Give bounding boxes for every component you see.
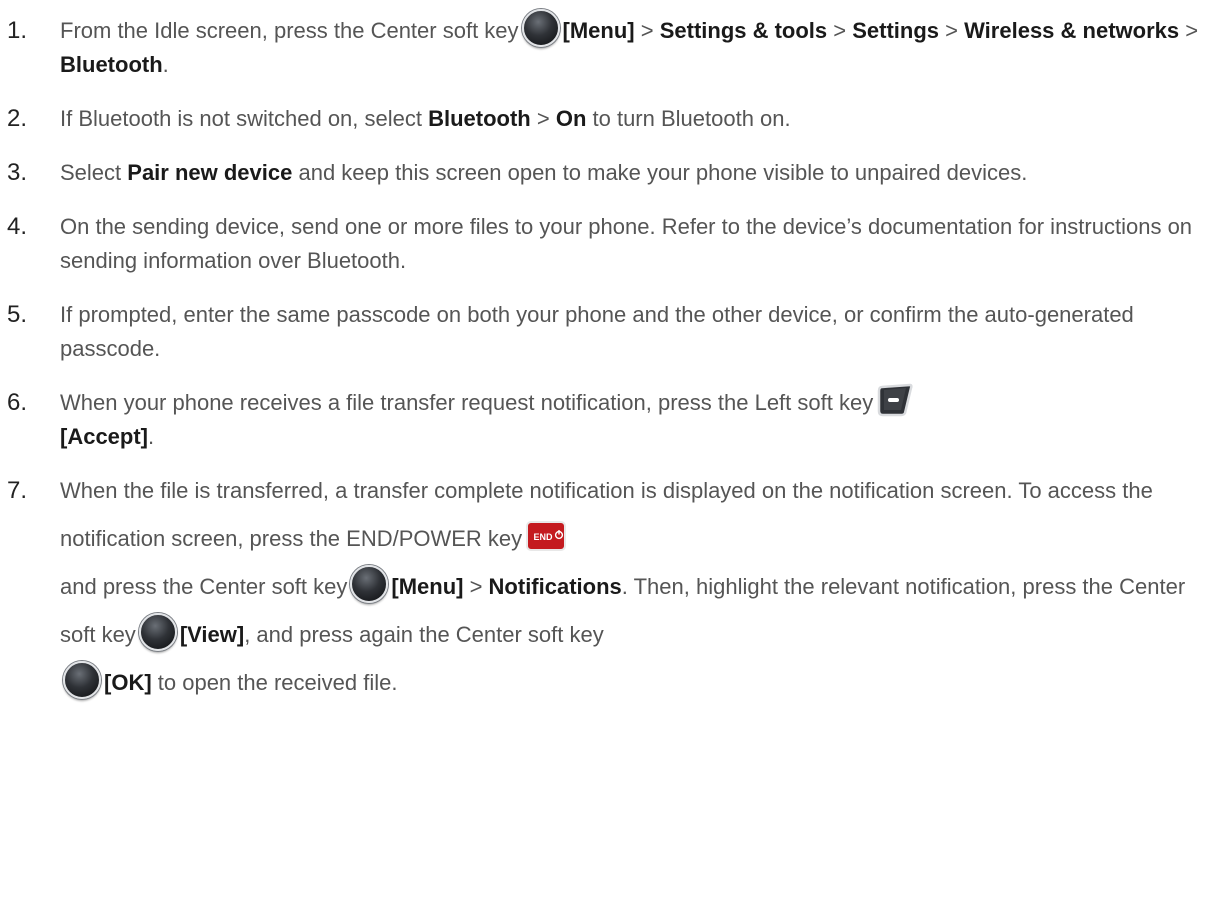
step-4: 4. On the sending device, send one or mo… <box>0 210 1210 278</box>
step-number: 2. <box>7 105 28 132</box>
step-5: 5. If prompted, enter the same passcode … <box>0 298 1210 366</box>
svg-text:END: END <box>534 532 554 542</box>
step-2: 2. If Bluetooth is not switched on, sele… <box>0 102 1210 136</box>
step-6: 6. When your phone receives a file trans… <box>0 383 1210 454</box>
step-text: From the Idle screen, press the Center s… <box>60 9 1210 82</box>
step-number: 7. <box>7 477 28 504</box>
step-3: 3. Select Pair new device and keep this … <box>0 156 1210 190</box>
step-text: When your phone receives a file transfer… <box>60 383 1210 454</box>
step-number: 1. <box>7 17 28 44</box>
instruction-steps: 1. From the Idle screen, press the Cente… <box>0 9 1210 727</box>
step-number: 5. <box>7 301 28 328</box>
step-text: If Bluetooth is not switched on, select … <box>60 106 791 131</box>
step-text: Select Pair new device and keep this scr… <box>60 160 1028 185</box>
end-power-key-icon: END <box>526 520 567 552</box>
step-7: 7. When the file is transferred, a trans… <box>0 474 1210 707</box>
left-soft-key-icon <box>877 383 913 417</box>
center-soft-key-icon <box>350 565 389 604</box>
step-text: If prompted, enter the same passcode on … <box>60 302 1134 361</box>
center-soft-key-icon <box>138 613 177 652</box>
step-text: On the sending device, send one or more … <box>60 214 1193 273</box>
center-soft-key-icon <box>521 9 560 48</box>
step-number: 3. <box>7 159 28 186</box>
step-1: 1. From the Idle screen, press the Cente… <box>0 9 1210 82</box>
step-number: 4. <box>7 213 28 240</box>
center-soft-key-icon <box>63 661 101 700</box>
step-number: 6. <box>7 389 28 416</box>
step-text: When the file is transferred, a transfer… <box>60 467 1210 707</box>
